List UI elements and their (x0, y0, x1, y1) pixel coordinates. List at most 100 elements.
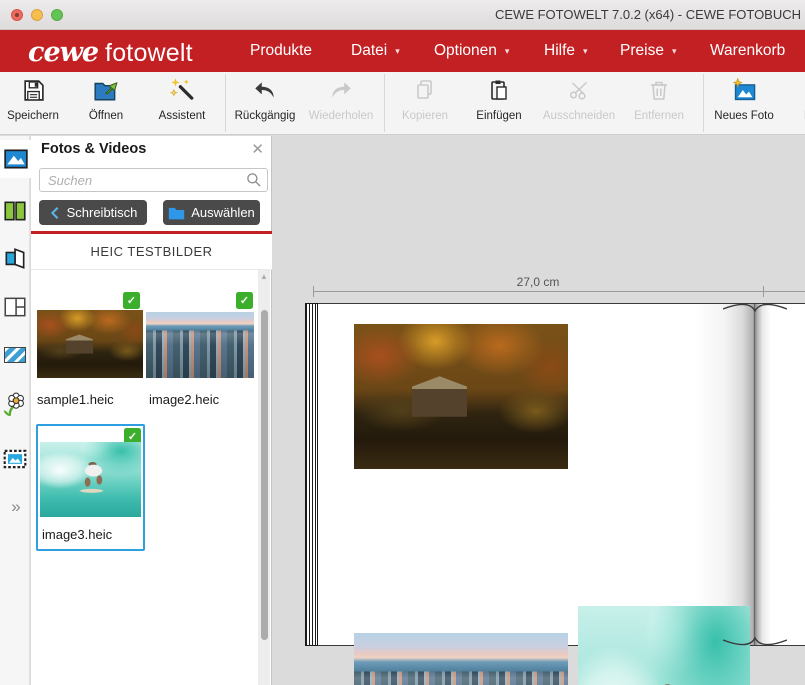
menu-preise[interactable]: Preise ▾ (620, 30, 676, 72)
ruler-tick (313, 286, 314, 297)
copy-button[interactable]: Kopieren (390, 76, 460, 132)
redo-arrow-icon (302, 76, 380, 104)
book-left-page[interactable] (318, 303, 755, 646)
logo-word-text: fotowelt (105, 39, 193, 67)
toolbar-separator (703, 74, 704, 132)
sidebar-item-more[interactable]: » (0, 488, 30, 526)
flower-icon (2, 392, 28, 418)
window-title: CEWE FOTOWELT 7.0.2 (x64) - CEWE FOTOBUC… (495, 7, 805, 22)
close-window-button[interactable] (11, 9, 23, 21)
copy-icon (390, 76, 460, 104)
filename-label: sample1.heic (37, 392, 114, 407)
magic-wand-icon (146, 76, 218, 104)
sidebar-item-photos[interactable] (0, 140, 31, 178)
book-right-page[interactable] (755, 303, 805, 646)
filename-label: image3.heic (42, 527, 112, 542)
minimize-window-button[interactable] (31, 9, 43, 21)
chevron-down-icon: ▾ (583, 46, 588, 57)
book-icon (2, 246, 28, 272)
sidebar-item-backgrounds[interactable] (0, 336, 30, 374)
thumbnail-image[interactable] (40, 442, 141, 517)
menu-optionen[interactable]: Optionen ▾ (434, 30, 509, 72)
panel-title: Fotos & Videos (41, 141, 146, 157)
filename-label: image2.heic (149, 392, 219, 407)
window-titlebar: CEWE FOTOWELT 7.0.2 (x64) - CEWE FOTOBUC… (0, 0, 805, 30)
surfer-shape (68, 462, 116, 498)
cewe-logo: cewefotowelt (28, 37, 193, 68)
open-button[interactable]: Öffnen (70, 76, 142, 132)
menu-warenkorb[interactable]: Warenkorb (710, 30, 785, 72)
new-text-button[interactable]: Neu (783, 76, 805, 132)
desktop-back-button[interactable]: Schreibtisch (39, 200, 147, 225)
main-toolbar: Speichern Öffnen Assistent Rückgängig Wi… (0, 72, 805, 135)
scrollbar-thumb[interactable] (261, 310, 268, 640)
folder-icon (168, 206, 185, 220)
pages-icon (2, 198, 28, 224)
sidebar-item-cliparts[interactable] (0, 386, 30, 424)
choose-folder-button[interactable]: Auswählen (163, 200, 260, 225)
paste-clipboard-icon (462, 76, 536, 104)
page-photo-autumn[interactable] (354, 324, 568, 469)
backgrounds-icon (4, 347, 26, 363)
redo-button[interactable]: Wiederholen (302, 76, 380, 132)
photo-thumb-image2[interactable]: ✓ image2.heic (144, 290, 256, 412)
new-photo-button[interactable]: Neues Foto (707, 76, 781, 132)
photo-thumb-sample1[interactable]: ✓ sample1.heic (34, 290, 144, 412)
menu-hilfe[interactable]: Hilfe ▾ (544, 30, 588, 72)
photo-thumb-image3-selected[interactable]: ✓ image3.heic (36, 424, 145, 551)
thumbnail-image[interactable] (146, 312, 254, 378)
new-text-icon (783, 76, 805, 104)
menu-produkte[interactable]: Produkte (250, 30, 312, 72)
main-menubar: cewefotowelt Produkte Datei ▾ Optionen ▾… (0, 30, 805, 72)
page-photo-city[interactable] (354, 633, 568, 685)
sidebar-item-layouts[interactable] (0, 288, 30, 326)
search-field-wrap (39, 168, 268, 192)
ruler-line (313, 291, 805, 292)
sidebar-item-page-layouts[interactable] (0, 192, 30, 230)
new-photo-icon (707, 76, 781, 104)
open-folder-icon (70, 76, 142, 104)
sidebar-item-frames[interactable] (0, 440, 30, 478)
frame-stamp-icon (2, 446, 28, 472)
assistant-button[interactable]: Assistent (146, 76, 218, 132)
tool-iconstrip: » (0, 136, 30, 685)
trash-icon (622, 76, 696, 104)
thumbnail-image[interactable] (37, 310, 143, 378)
menu-datei[interactable]: Datei ▾ (351, 30, 400, 72)
layout-icon (2, 294, 28, 320)
album-title: HEIC TESTBILDER (31, 234, 272, 270)
sidebar-item-book-preview[interactable] (0, 240, 30, 278)
close-icon[interactable]: ✕ (251, 140, 264, 158)
paste-button[interactable]: Einfügen (462, 76, 536, 132)
ruler-width-label: 27,0 cm (517, 275, 560, 289)
page-stack-edge (305, 303, 318, 646)
chevron-down-icon: ▾ (505, 46, 510, 57)
checkmark-badge: ✓ (236, 292, 253, 309)
search-icon (245, 171, 263, 189)
checkmark-badge: ✓ (123, 292, 140, 309)
undo-button[interactable]: Rückgängig (228, 76, 302, 132)
double-chevron-icon: » (11, 497, 18, 517)
panel-scrollbar[interactable]: ▲ (258, 270, 270, 685)
page-fold-curve (723, 636, 787, 654)
toolbar-separator (225, 74, 226, 132)
hut-shape (412, 376, 468, 417)
workspace: » Fotos & Videos ✕ Schreibtisch Auswähle… (0, 136, 805, 685)
logo-script-text: cewe (28, 37, 98, 68)
editor-canvas[interactable]: 27,0 cm (272, 136, 805, 685)
photos-icon (3, 146, 29, 172)
delete-button[interactable]: Entfernen (622, 76, 696, 132)
undo-arrow-icon (228, 76, 302, 104)
photos-panel: Fotos & Videos ✕ Schreibtisch Auswählen … (31, 136, 272, 685)
photobook-spread[interactable] (305, 303, 805, 646)
chevron-down-icon: ▾ (672, 46, 677, 57)
cut-button[interactable]: Ausschneiden (536, 76, 622, 132)
scissors-icon (536, 76, 622, 104)
zoom-window-button[interactable] (51, 9, 63, 21)
save-button[interactable]: Speichern (0, 76, 66, 132)
search-input[interactable] (39, 168, 268, 192)
chevron-left-icon (49, 206, 61, 220)
page-fold-curve (723, 295, 787, 313)
hut-shape (66, 334, 94, 353)
scroll-up-icon[interactable]: ▲ (260, 272, 268, 281)
